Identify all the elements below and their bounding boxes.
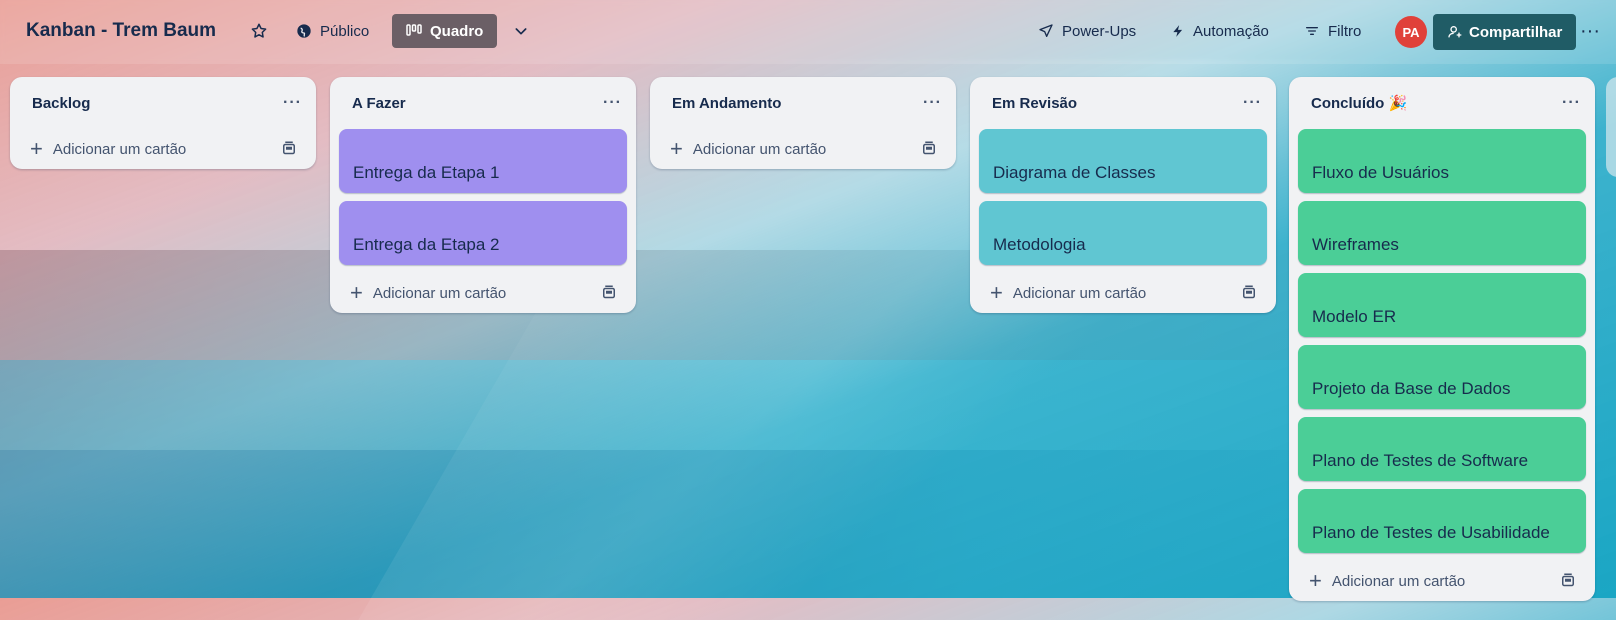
chevron-down-icon [515,28,527,35]
board-header: Kanban - Trem Baum Público Quadro Power-… [0,0,1616,64]
card[interactable]: Metodologia [979,201,1267,265]
card[interactable]: Diagrama de Classes [979,129,1267,193]
card[interactable]: Fluxo de Usuários [1298,129,1586,193]
card[interactable]: Entrega da Etapa 1 [339,129,627,193]
list-menu-button[interactable]: ··· [603,94,622,112]
list-header: A Fazer ··· [330,77,636,129]
globe-icon [297,24,311,38]
list-header: Em Revisão ··· [970,77,1276,129]
rocket-icon [1039,24,1053,37]
star-button[interactable] [242,14,284,48]
share-button[interactable]: Compartilhar [1433,14,1577,50]
view-label: Quadro [430,22,484,40]
list-a-fazer: A Fazer ··· Entrega da Etapa 1 Entrega d… [330,77,636,313]
list-title[interactable]: A Fazer [352,95,406,112]
list-title[interactable]: Concluído 🎉 [1311,94,1407,112]
list-concluido: Concluído 🎉 ··· Fluxo de Usuários Wirefr… [1289,77,1595,601]
add-card-label: Adicionar um cartão [1331,572,1466,590]
automation-button[interactable]: Automação [1163,14,1277,48]
add-card-row: + Adicionar um cartão [330,273,636,313]
star-icon [251,23,267,38]
add-card-button[interactable]: + Adicionar um cartão [350,282,506,304]
add-card-button[interactable]: + Adicionar um cartão [30,138,186,160]
plus-icon: + [350,280,363,305]
view-switcher-button[interactable]: Quadro [392,14,498,48]
card[interactable]: Plano de Testes de Software [1298,417,1586,481]
list-header: Concluído 🎉 ··· [1289,77,1595,129]
add-card-button[interactable]: + Adicionar um cartão [990,282,1146,304]
board-view-icon [406,24,422,36]
plus-icon: + [30,136,43,161]
plus-icon: + [670,136,683,161]
card[interactable]: Modelo ER [1298,273,1586,337]
card-template-icon[interactable] [1559,572,1577,590]
view-dropdown-button[interactable] [505,14,545,48]
visibility-label: Público [320,22,370,40]
automation-label: Automação [1193,22,1269,40]
add-card-row: + Adicionar um cartão [650,129,956,169]
card-template-icon[interactable] [920,140,938,158]
partial-list-edge[interactable] [1606,77,1616,177]
list-header: Em Andamento ··· [650,77,956,129]
list-backlog: Backlog ··· + Adicionar um cartão [10,77,316,169]
filter-icon [1306,26,1318,35]
add-card-label: Adicionar um cartão [692,140,827,158]
filter-label: Filtro [1328,22,1362,40]
list-menu-button[interactable]: ··· [923,94,942,112]
list-title[interactable]: Backlog [32,95,90,112]
card-template-icon[interactable] [600,284,618,302]
filter-button[interactable]: Filtro [1296,14,1369,48]
more-menu-button[interactable]: ··· [1580,14,1600,48]
add-card-label: Adicionar um cartão [1012,284,1147,302]
list-menu-button[interactable]: ··· [1562,94,1581,112]
add-card-row: + Adicionar um cartão [970,273,1276,313]
plus-icon: + [990,280,1003,305]
list-header: Backlog ··· [10,77,316,129]
card-template-icon[interactable] [1240,284,1258,302]
list-em-revisao: Em Revisão ··· Diagrama de Classes Metod… [970,77,1276,313]
list-em-andamento: Em Andamento ··· + Adicionar um cartão [650,77,956,169]
card[interactable]: Projeto da Base de Dados [1298,345,1586,409]
avatar[interactable]: PA [1395,16,1427,48]
visibility-button[interactable]: Público [288,14,377,48]
add-card-label: Adicionar um cartão [372,284,507,302]
lightning-icon [1173,25,1183,37]
list-menu-button[interactable]: ··· [1243,94,1262,112]
list-title[interactable]: Em Andamento [672,95,781,112]
powerups-label: Power-Ups [1062,22,1137,40]
add-card-button[interactable]: + Adicionar um cartão [670,138,826,160]
plus-icon: + [1309,568,1322,593]
card[interactable]: Plano de Testes de Usabilidade [1298,489,1586,553]
list-title[interactable]: Em Revisão [992,95,1077,112]
add-card-button[interactable]: + Adicionar um cartão [1309,570,1465,592]
card-template-icon[interactable] [280,140,298,158]
add-card-row: + Adicionar um cartão [1289,561,1595,601]
add-card-label: Adicionar um cartão [52,140,187,158]
board-title[interactable]: Kanban - Trem Baum [26,20,216,42]
add-user-icon [1448,26,1462,38]
share-label: Compartilhar [1469,23,1563,41]
list-menu-button[interactable]: ··· [283,94,302,112]
add-card-row: + Adicionar um cartão [10,129,316,169]
powerups-button[interactable]: Power-Ups [1030,14,1144,48]
card[interactable]: Wireframes [1298,201,1586,265]
card[interactable]: Entrega da Etapa 2 [339,201,627,265]
